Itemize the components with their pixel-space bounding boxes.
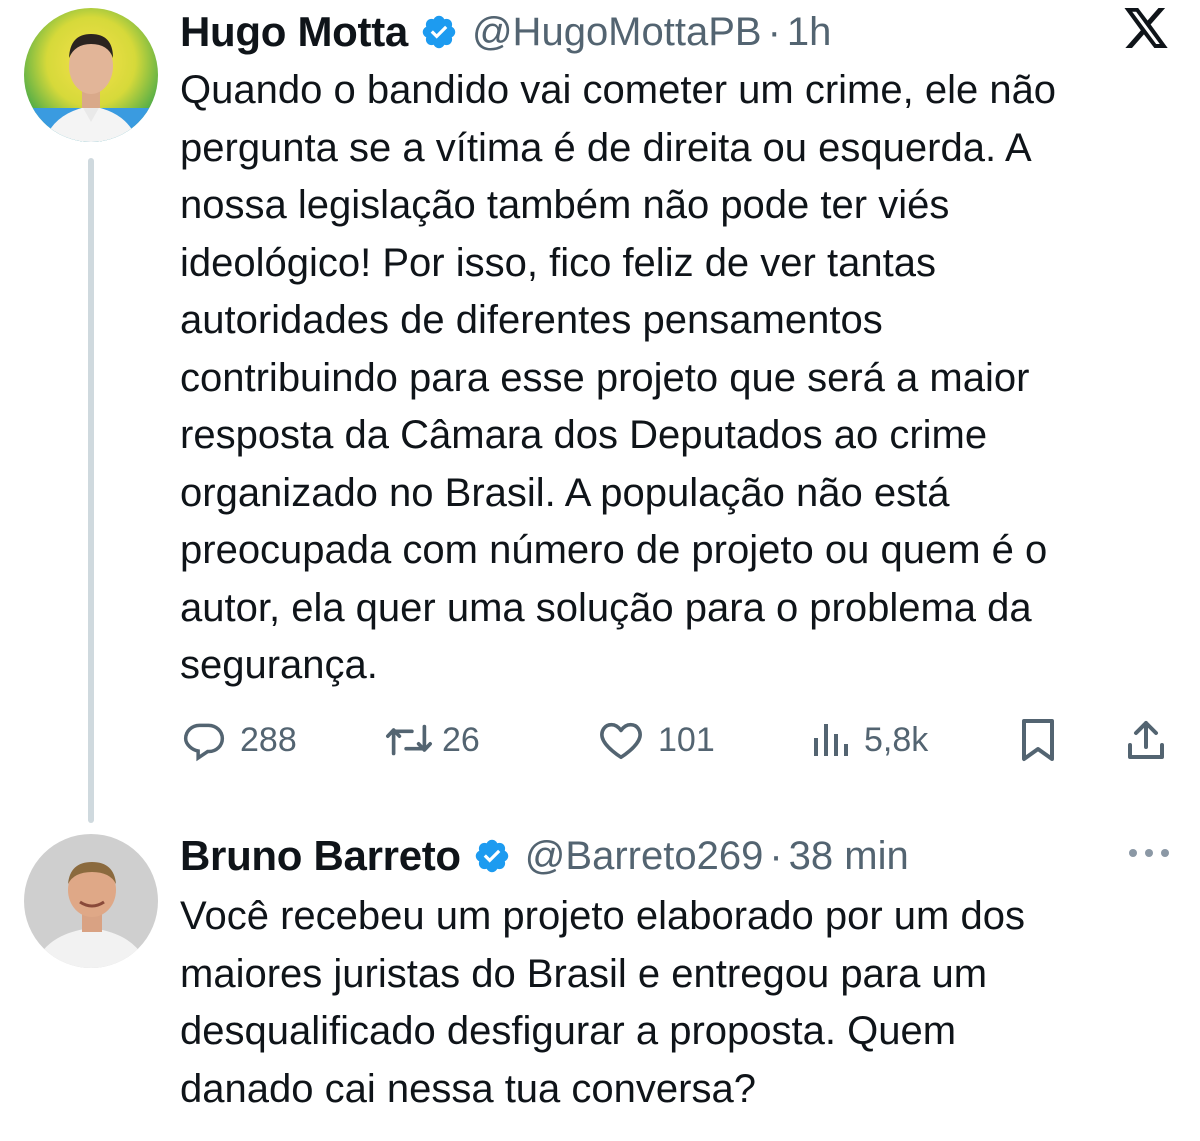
tweet-header: Bruno Barreto @Barreto269 · 38 min bbox=[180, 828, 909, 884]
like-count: 101 bbox=[658, 720, 715, 759]
bookmark-icon bbox=[1016, 717, 1060, 763]
bookmark-button[interactable] bbox=[1016, 712, 1060, 768]
retweet-button[interactable]: 26 bbox=[384, 712, 480, 768]
reply-icon bbox=[182, 718, 226, 762]
tweet-timestamp[interactable]: 1h bbox=[787, 10, 832, 55]
tweet-text: Você recebeu um projeto elaborado por um… bbox=[180, 894, 1025, 1111]
thread-line bbox=[88, 158, 94, 823]
tweet-header: Hugo Motta @HugoMottaPB · 1h bbox=[180, 4, 831, 60]
author-name[interactable]: Hugo Motta bbox=[180, 8, 408, 56]
tweet-timestamp[interactable]: 38 min bbox=[789, 834, 909, 879]
analytics-icon bbox=[810, 720, 850, 760]
reply-button[interactable]: 288 bbox=[182, 712, 297, 768]
tweet-text: Quando o bandido vai cometer um crime, e… bbox=[180, 68, 1057, 687]
views-button[interactable]: 5,8k bbox=[810, 712, 928, 768]
separator-dot: · bbox=[767, 9, 781, 54]
heart-icon bbox=[598, 718, 644, 762]
like-button[interactable]: 101 bbox=[598, 712, 715, 768]
retweet-icon bbox=[384, 718, 434, 762]
author-name[interactable]: Bruno Barreto bbox=[180, 832, 461, 880]
verified-badge-icon bbox=[473, 837, 511, 875]
separator-dot: · bbox=[769, 833, 783, 878]
verified-badge-icon bbox=[420, 13, 458, 51]
views-count: 5,8k bbox=[864, 720, 929, 759]
avatar[interactable] bbox=[24, 8, 158, 142]
x-logo-icon bbox=[1122, 6, 1170, 52]
more-options-icon[interactable] bbox=[1126, 838, 1172, 868]
retweet-count: 26 bbox=[442, 720, 480, 759]
author-handle[interactable]: @HugoMottaPB bbox=[472, 10, 762, 55]
author-handle[interactable]: @Barreto269 bbox=[525, 834, 764, 879]
avatar[interactable] bbox=[24, 834, 158, 968]
share-icon bbox=[1124, 717, 1168, 763]
reply-count: 288 bbox=[240, 720, 297, 759]
share-button[interactable] bbox=[1124, 712, 1168, 768]
